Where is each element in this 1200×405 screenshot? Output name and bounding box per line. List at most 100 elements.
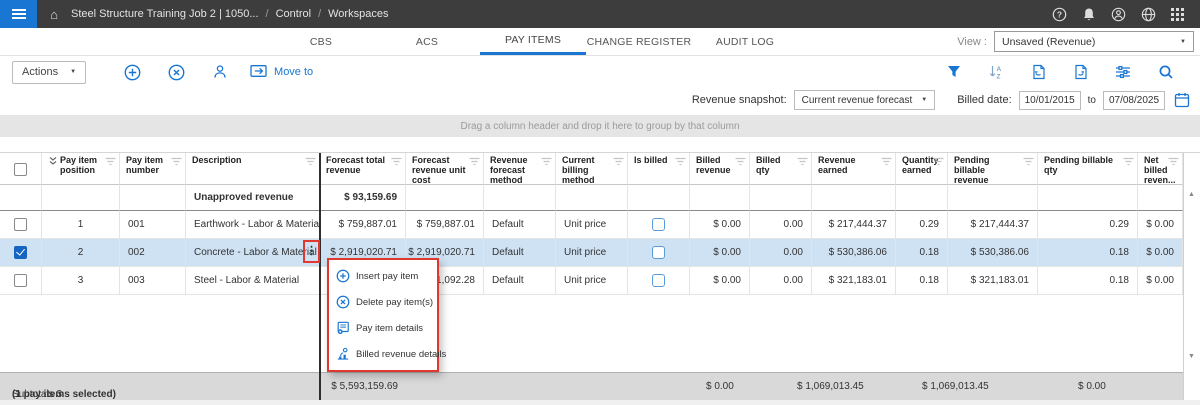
column-filter-icon[interactable] — [1123, 157, 1134, 169]
cell-pay-item-number: 003 — [120, 267, 186, 295]
move-to-button[interactable]: Move to — [250, 64, 313, 81]
cell-forecast-revenue-unit-cost: $ 759,887.01 — [406, 211, 484, 239]
column-header-revenue-forecast-method[interactable]: Revenue forecast method — [484, 153, 556, 185]
revenue-snapshot-dropdown[interactable]: Current revenue forecast ▼ — [794, 90, 936, 110]
menu-item-insert-pay-item[interactable]: Insert pay item — [329, 263, 437, 289]
column-filter-icon[interactable] — [675, 157, 686, 169]
column-header-forecast-revenue-unit-cost[interactable]: Forecast revenue unit cost — [406, 153, 484, 185]
table-row[interactable]: 1 001 Earthwork - Labor & Material $ 759… — [0, 211, 1183, 239]
column-filter-icon[interactable] — [171, 157, 182, 169]
column-header-is-billed[interactable]: Is billed — [628, 153, 690, 185]
cell-pay-item-position: 1 — [42, 211, 120, 239]
tab-acs[interactable]: ACS — [374, 28, 480, 55]
assign-person-icon[interactable] — [198, 64, 242, 80]
column-header-forecast-total-revenue[interactable]: Forecast total revenue — [320, 153, 406, 185]
column-header-pay-item-position[interactable]: Pay item position — [42, 153, 120, 185]
breadcrumb-project[interactable]: Steel Structure Training Job 2 | 1050... — [71, 8, 259, 20]
billed-date-from-input[interactable]: 10/01/2015 — [1019, 91, 1081, 110]
column-filter-icon[interactable] — [391, 157, 402, 169]
column-filter-icon[interactable] — [1023, 157, 1034, 169]
tab-cbs[interactable]: CBS — [268, 28, 374, 55]
notifications-bell-icon[interactable] — [1082, 7, 1096, 22]
scroll-down-arrow-icon[interactable]: ▼ — [1188, 353, 1195, 360]
vertical-scrollbar[interactable]: ▲ ▼ — [1183, 153, 1200, 400]
globe-icon[interactable] — [1141, 7, 1156, 22]
menu-item-billed-revenue-details[interactable]: Billed revenue details — [329, 341, 437, 367]
tab-audit-log[interactable]: AUDIT LOG — [692, 28, 798, 55]
import-document-icon[interactable] — [1031, 64, 1046, 80]
menu-item-delete-pay-items[interactable]: Delete pay item(s) — [329, 289, 437, 315]
column-header-billed-qty[interactable]: Billed qty — [750, 153, 812, 185]
column-header-pay-item-number[interactable]: Pay item number — [120, 153, 186, 185]
column-header-net-billed-revenue[interactable]: Net billed reven... — [1138, 153, 1183, 185]
column-filter-icon[interactable] — [613, 157, 624, 169]
cell-revenue-forecast-method: Default — [484, 239, 556, 267]
export-document-icon[interactable] — [1073, 64, 1088, 80]
scroll-up-arrow-icon[interactable]: ▲ — [1188, 191, 1195, 198]
sort-az-icon[interactable]: AZ — [988, 64, 1004, 80]
column-filter-icon[interactable] — [797, 157, 808, 169]
delete-pay-item-icon[interactable] — [154, 64, 198, 81]
column-header-revenue-earned[interactable]: Revenue earned — [812, 153, 896, 185]
column-filter-icon[interactable] — [305, 157, 316, 169]
help-icon[interactable]: ? — [1052, 7, 1067, 22]
home-icon[interactable]: ⌂ — [37, 7, 71, 22]
select-all-checkbox[interactable] — [14, 163, 27, 176]
column-header-current-billing-method[interactable]: Current billing method — [556, 153, 628, 185]
hamburger-menu-button[interactable] — [0, 0, 37, 28]
column-filter-icon[interactable] — [933, 157, 944, 169]
column-filter-icon[interactable] — [105, 157, 116, 169]
row-kebab-menu-icon[interactable]: ⋮ — [306, 246, 317, 257]
breadcrumb-section[interactable]: Control — [276, 8, 311, 20]
column-header-quantity-earned[interactable]: Quantity earned — [896, 153, 948, 185]
view-dropdown[interactable]: Unsaved (Revenue) ▼ — [994, 31, 1194, 52]
column-settings-icon[interactable] — [1115, 65, 1131, 79]
row-context-menu: Insert pay item Delete pay item(s) Pay i… — [327, 258, 439, 372]
column-header-billed-revenue[interactable]: Billed revenue — [690, 153, 750, 185]
is-billed-checkbox[interactable] — [652, 246, 665, 259]
search-icon[interactable] — [1158, 64, 1174, 80]
column-header-pending-billable-revenue[interactable]: Pending billable revenue — [948, 153, 1038, 185]
filter-icon[interactable] — [947, 65, 961, 79]
add-pay-item-icon[interactable] — [110, 64, 154, 81]
unapproved-revenue-label: Unapproved revenue — [186, 185, 320, 211]
group-by-drop-zone[interactable]: Drag a column header and drop it here to… — [0, 115, 1200, 137]
subtotal-pending-billable-revenue: $ 1,069,013.45 — [922, 381, 989, 392]
column-filter-icon[interactable] — [735, 157, 746, 169]
is-billed-checkbox[interactable] — [652, 218, 665, 231]
row-select-checkbox-checked[interactable] — [14, 246, 27, 259]
tab-pay-items[interactable]: PAY ITEMS — [480, 28, 586, 55]
group-by-hint-text: Drag a column header and drop it here to… — [460, 121, 739, 132]
billed-date-to-input[interactable]: 07/08/2025 — [1103, 91, 1165, 110]
breadcrumb-page[interactable]: Workspaces — [328, 8, 388, 20]
column-filter-icon[interactable] — [541, 157, 552, 169]
frozen-column-divider[interactable] — [319, 153, 321, 400]
cell-pending-billable-qty: 0.29 — [1038, 211, 1138, 239]
user-account-icon[interactable] — [1111, 7, 1126, 22]
cell-pending-billable-revenue: $ 217,444.37 — [948, 211, 1038, 239]
cell-billed-qty: 0.00 — [750, 211, 812, 239]
cell-pending-billable-revenue: $ 530,386.06 — [948, 239, 1038, 267]
cell-current-billing-method: Unit price — [556, 211, 628, 239]
actions-button[interactable]: Actions ▼ — [12, 61, 86, 84]
table-row[interactable]: 3 003 Steel - Labor & Material 21,092.28… — [0, 267, 1183, 295]
unapproved-revenue-amount: $ 93,159.69 — [320, 185, 406, 211]
table-row-selected[interactable]: 2 002 Concrete - Labor & Material $ 2,91… — [0, 239, 1183, 267]
cell-pending-billable-revenue: $ 321,183.01 — [948, 267, 1038, 295]
bottom-strip — [0, 400, 1200, 405]
column-filter-icon[interactable] — [469, 157, 480, 169]
x-circle-icon — [336, 295, 350, 309]
tab-change-register[interactable]: CHANGE REGISTER — [586, 28, 692, 55]
column-header-description[interactable]: Description — [186, 153, 320, 185]
apps-grid-icon[interactable] — [1171, 8, 1184, 21]
is-billed-checkbox[interactable] — [652, 274, 665, 287]
row-select-checkbox[interactable] — [14, 274, 27, 287]
row-select-checkbox[interactable] — [14, 218, 27, 231]
billed-date-to-word: to — [1088, 95, 1096, 106]
cell-pay-item-number: 001 — [120, 211, 186, 239]
column-filter-icon[interactable] — [881, 157, 892, 169]
menu-item-pay-item-details[interactable]: Pay item details — [329, 315, 437, 341]
column-filter-icon[interactable] — [1168, 157, 1179, 169]
calendar-icon[interactable] — [1174, 92, 1190, 108]
column-header-pending-billable-qty[interactable]: Pending billable qty — [1038, 153, 1138, 185]
